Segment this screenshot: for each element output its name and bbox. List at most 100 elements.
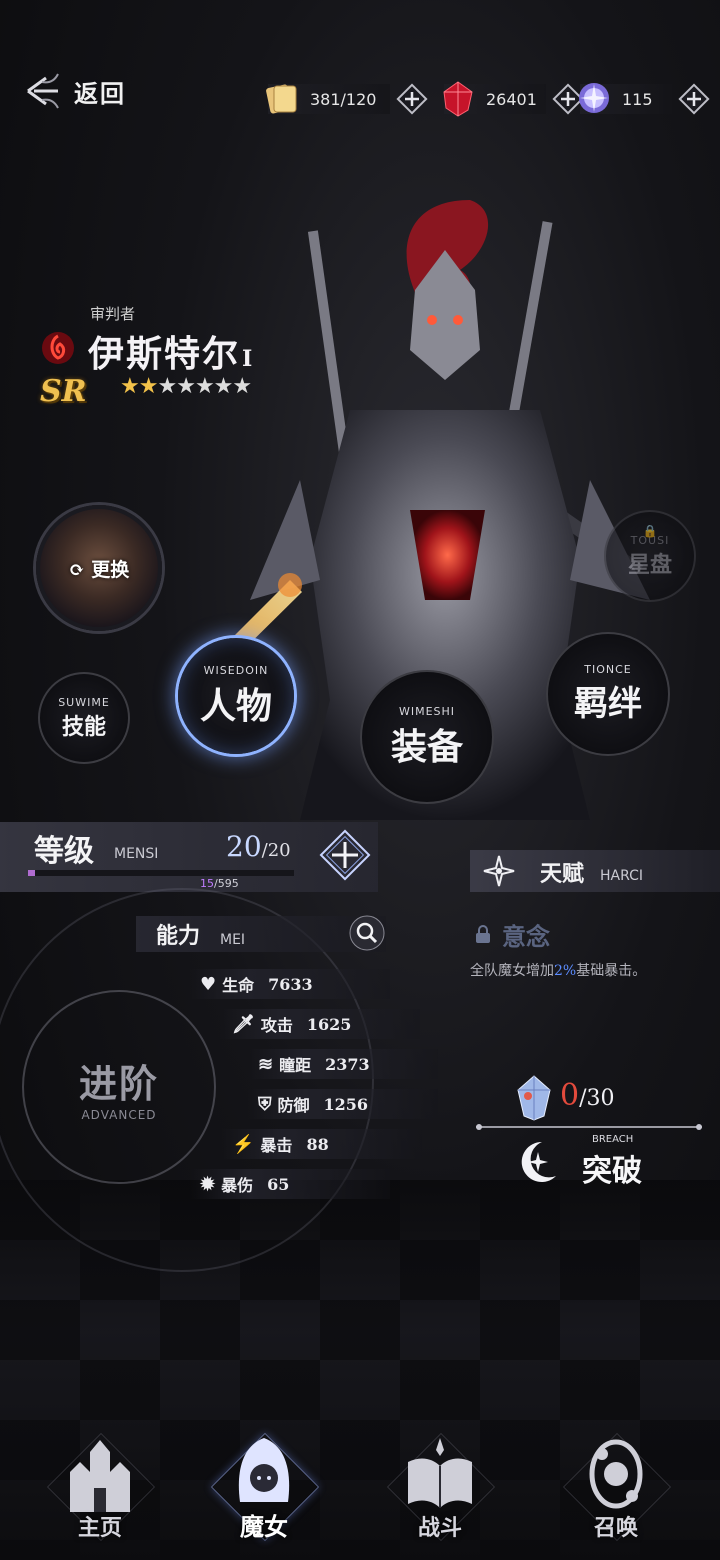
breakthrough-sub: BREACH bbox=[592, 1134, 634, 1145]
star-empty-icon: ★ bbox=[157, 374, 177, 399]
advance-sub: ADVANCED bbox=[81, 1107, 157, 1122]
stat-attack: 🗡 攻击 1625 bbox=[232, 1012, 351, 1036]
talent-title-en: HARCI bbox=[600, 868, 644, 884]
crit-icon: ⚡ bbox=[232, 1133, 255, 1155]
xp-current: 15 bbox=[200, 877, 214, 890]
equip-sub: WIMESHI bbox=[398, 704, 456, 718]
star-icon: ★ bbox=[138, 374, 159, 399]
character-name-suffix: I bbox=[242, 346, 255, 372]
heart-icon: ♥ bbox=[200, 973, 217, 995]
stat-crit: ⚡ 暴击 88 bbox=[232, 1132, 329, 1156]
book-icon bbox=[408, 1438, 472, 1508]
rose-mirror-icon bbox=[589, 1439, 643, 1509]
advance-label: 进阶 bbox=[78, 1060, 159, 1106]
nav-home[interactable]: 主页 bbox=[40, 1426, 160, 1546]
advance-button[interactable]: 进阶 ADVANCED bbox=[22, 990, 216, 1184]
stat-label: 防御 bbox=[277, 1096, 310, 1115]
talent-name: 意念 bbox=[502, 922, 550, 951]
ticket-icon bbox=[266, 84, 297, 114]
tickets-value: 381/120 bbox=[310, 89, 377, 109]
stat-range: ≋ 瞳距 2373 bbox=[258, 1052, 370, 1076]
back-button[interactable]: 返回 bbox=[22, 70, 126, 112]
star-icon: ★ bbox=[120, 374, 140, 399]
level-max: /20 bbox=[261, 840, 291, 861]
character-name-text: 伊斯特尔 bbox=[88, 333, 241, 375]
starmap-button[interactable]: TOUSI 星盘 🔒 bbox=[604, 510, 696, 602]
sword-icon: 🗡 bbox=[232, 1013, 255, 1035]
rubies-value: 26401 bbox=[486, 89, 537, 109]
bond-button[interactable]: TIONCE 羁绊 bbox=[546, 632, 670, 756]
equipment-button[interactable]: WIMESHI 装备 bbox=[360, 670, 494, 804]
wing-icon: ≋ bbox=[258, 1053, 274, 1075]
level-up-button[interactable] bbox=[312, 822, 378, 888]
stat-value: 1625 bbox=[306, 1014, 352, 1034]
breakthrough-current: 0 bbox=[560, 1078, 580, 1113]
talent-description: 全队魔女增加2%基础暴击。 bbox=[470, 960, 646, 980]
star-rating: ★★★★★★★ bbox=[120, 374, 252, 399]
nav-home-label: 主页 bbox=[77, 1515, 122, 1541]
breakthrough-crystal-icon bbox=[517, 1075, 551, 1121]
skill-button[interactable]: SUWIME 技能 bbox=[38, 672, 130, 764]
breakthrough-count: 0/30 bbox=[560, 1078, 615, 1113]
resource-tickets: 381/120 bbox=[266, 82, 428, 116]
nav-witch[interactable]: 魔女 bbox=[204, 1426, 324, 1546]
talent-desc-value: 2% bbox=[554, 963, 577, 979]
swap-text: 更换 bbox=[91, 558, 130, 581]
nav-battle[interactable]: 战斗 bbox=[380, 1426, 500, 1546]
rarity-badge: SR bbox=[40, 374, 87, 409]
equip-label: 装备 bbox=[390, 725, 463, 768]
person-sub: WISEDOIN bbox=[203, 663, 269, 677]
skill-label: 技能 bbox=[61, 713, 106, 740]
character-info-button[interactable]: WISEDOIN 人物 bbox=[178, 638, 294, 754]
stat-label: 暴伤 bbox=[221, 1176, 254, 1195]
add-crystals-button[interactable] bbox=[678, 83, 710, 115]
ability-title-en: MEI bbox=[220, 932, 246, 948]
xp-total: /595 bbox=[214, 877, 239, 890]
crystals-value: 115 bbox=[622, 89, 653, 109]
bond-label: 羁绊 bbox=[574, 684, 642, 724]
nav-witch-label: 魔女 bbox=[240, 1512, 288, 1541]
stat-label: 生命 bbox=[222, 976, 255, 995]
stat-hp: ♥ 生命 7633 bbox=[200, 972, 313, 996]
ability-title: 能力 bbox=[156, 923, 201, 949]
crystal-orb-icon bbox=[579, 83, 609, 113]
nav-summon[interactable]: 召唤 bbox=[556, 1426, 676, 1546]
breakthrough-button[interactable]: 突破 bbox=[582, 1146, 642, 1190]
character-class: 审判者 bbox=[90, 305, 136, 323]
star-empty-icon: ★ bbox=[194, 374, 215, 399]
talent-desc-pre: 全队魔女增加 bbox=[470, 963, 554, 979]
level-value: 20/20 bbox=[226, 830, 291, 863]
nav-battle-label: 战斗 bbox=[417, 1515, 462, 1541]
bond-sub: TIONCE bbox=[584, 663, 632, 676]
back-arrow-icon bbox=[27, 73, 59, 109]
ruby-gem-icon bbox=[443, 81, 473, 117]
ability-detail-search-button[interactable] bbox=[348, 914, 386, 952]
level-title-en: MENSI bbox=[114, 846, 159, 862]
castle-icon bbox=[70, 1440, 130, 1512]
stat-value: 1256 bbox=[323, 1094, 369, 1114]
skill-sub: SUWIME bbox=[58, 695, 110, 709]
swap-label: ⟳ 更换 bbox=[68, 558, 130, 581]
swap-character-button[interactable]: ⟳ 更换 bbox=[36, 505, 162, 631]
star-empty-icon: ★ bbox=[232, 374, 252, 399]
back-label: 返回 bbox=[74, 78, 126, 108]
talent-desc-post: 基础暴击。 bbox=[576, 963, 647, 979]
level-title: 等级 bbox=[34, 834, 94, 869]
stat-value: 88 bbox=[306, 1134, 329, 1154]
shield-icon: ⛨ bbox=[258, 1093, 272, 1115]
xp-bar-fill bbox=[28, 870, 35, 876]
xp-text: 15/595 bbox=[200, 877, 239, 890]
star-empty-icon: ★ bbox=[213, 374, 234, 399]
stat-label: 攻击 bbox=[260, 1016, 293, 1035]
breakthrough-total: /30 bbox=[579, 1086, 615, 1111]
add-tickets-button[interactable] bbox=[396, 83, 428, 115]
resource-rubies: 26401 bbox=[443, 81, 584, 117]
stat-label: 暴击 bbox=[260, 1136, 293, 1155]
breakthrough-moon-icon bbox=[521, 1141, 556, 1182]
stat-label: 瞳距 bbox=[279, 1056, 312, 1075]
lock-icon bbox=[476, 925, 490, 943]
star-empty-icon: ★ bbox=[176, 374, 196, 399]
talent-star-icon bbox=[483, 855, 515, 887]
breakthrough-divider bbox=[476, 1124, 702, 1130]
nav-summon-label: 召唤 bbox=[593, 1515, 638, 1541]
